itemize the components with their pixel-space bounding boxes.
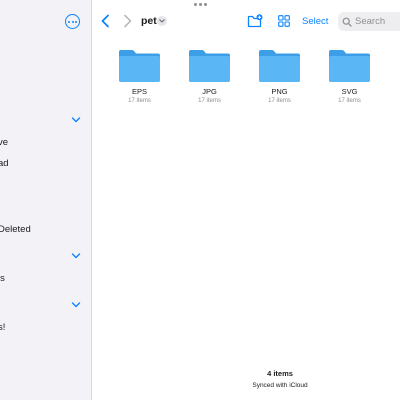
folder-item[interactable]: SVG 17 items: [328, 49, 371, 104]
handle-dot: [199, 3, 202, 6]
handle-dot: [204, 3, 207, 6]
item-count-label: 4 items: [267, 369, 293, 378]
folder-item[interactable]: JPG 17 items: [188, 49, 231, 104]
section-collapse-chevron-icon[interactable]: [71, 301, 81, 309]
dot: [75, 20, 77, 23]
grid-view-icon[interactable]: [278, 15, 290, 27]
folder-name: PNG: [271, 87, 288, 96]
forward-chevron-icon[interactable]: [122, 14, 133, 28]
folder-item[interactable]: EPS 17 items: [118, 49, 161, 104]
back-chevron-icon[interactable]: [100, 14, 111, 28]
section-collapse-chevron-icon[interactable]: [71, 116, 81, 124]
search-placeholder: Search: [355, 16, 386, 27]
sync-status-label: Synced with iCloud: [252, 382, 308, 389]
folder-item-count: 17 items: [128, 98, 151, 104]
section-collapse-chevron-icon[interactable]: [71, 252, 81, 260]
folder-title[interactable]: pet: [141, 15, 157, 27]
sidebar-item-label[interactable]: Deleted: [0, 224, 31, 235]
folder-name: SVG: [341, 87, 358, 96]
select-button[interactable]: Select: [302, 16, 328, 27]
folder-item-count: 17 items: [268, 98, 291, 104]
folder-icon: [189, 50, 230, 82]
folder-icon: [119, 50, 160, 82]
folder-item-count: 17 items: [198, 98, 221, 104]
dot: [71, 20, 74, 23]
title-menu-chevron-icon[interactable]: [157, 16, 167, 26]
folder-name: JPG: [202, 87, 217, 96]
search-icon: [342, 17, 352, 27]
folder-item-count: 17 items: [338, 98, 361, 104]
status-footer: 4 items Synced with iCloud: [185, 369, 375, 389]
sidebar-item-label[interactable]: ve: [0, 137, 8, 148]
search-field[interactable]: Search: [338, 12, 400, 31]
sidebar-item-label[interactable]: ls: [0, 273, 5, 284]
sidebar-item-label[interactable]: s!: [0, 322, 5, 333]
folder-icon: [329, 50, 370, 82]
folder-grid: EPS 17 items JPG 17 items PNG 17 items S…: [118, 49, 371, 104]
sidebar: ve ad Deleted ls s!: [0, 0, 92, 400]
more-options-icon[interactable]: [65, 14, 80, 29]
folder-item[interactable]: PNG 17 items: [258, 49, 301, 104]
dot: [68, 20, 70, 23]
folder-name: EPS: [131, 87, 147, 96]
handle-dot: [194, 3, 197, 6]
sidebar-item-label[interactable]: ad: [0, 158, 9, 169]
multitasking-handle[interactable]: [194, 3, 207, 6]
folder-icon: [259, 50, 300, 82]
new-folder-icon[interactable]: [247, 14, 263, 28]
